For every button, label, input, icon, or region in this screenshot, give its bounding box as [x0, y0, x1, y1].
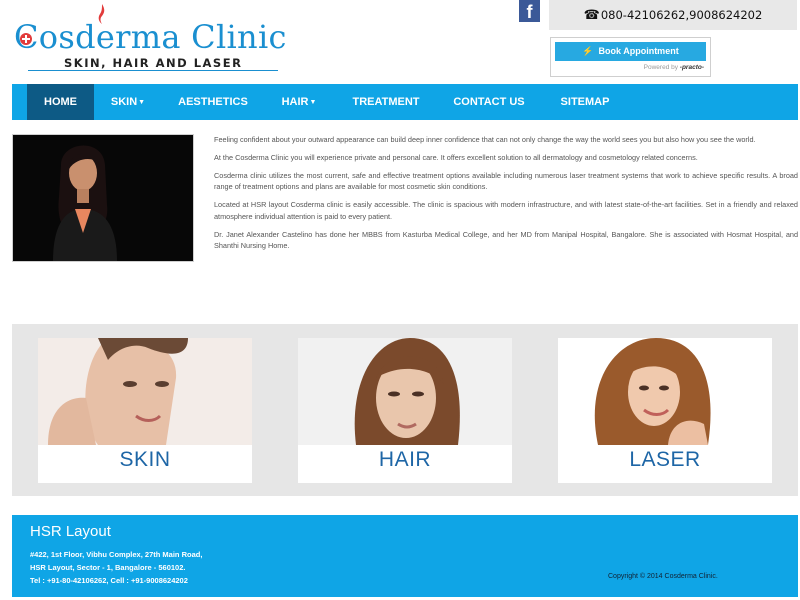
nav-label: SITEMAP: [560, 96, 610, 108]
intro-paragraph: Located at HSR layout Cosderma clinic is…: [214, 200, 798, 221]
nav-item-aesthetics[interactable]: AESTHETICS: [170, 84, 256, 120]
footer: HSR Layout #422, 1st Floor, Vibhu Comple…: [12, 515, 798, 597]
service-card-laser[interactable]: LASER: [558, 338, 772, 483]
nav-label: AESTHETICS: [178, 96, 248, 108]
service-card-skin[interactable]: SKIN: [38, 338, 252, 483]
nav-item-skin[interactable]: SKIN▼: [102, 84, 154, 120]
caret-down-icon: ▼: [309, 99, 317, 106]
logo-text: Cosderma Clinic: [14, 18, 287, 56]
phone-number-box: ☎080-42106262,9008624202: [549, 0, 797, 30]
address-line: #422, 1st Floor, Vibhu Complex, 27th Mai…: [30, 550, 203, 559]
facebook-label: f: [526, 2, 533, 22]
facebook-icon[interactable]: f: [519, 0, 540, 22]
caret-down-icon: ▼: [138, 99, 146, 106]
doctor-portrait-image: [13, 135, 193, 261]
intro-paragraph: Feeling confident about your outward app…: [214, 135, 756, 144]
book-appointment-label: Book Appointment: [598, 46, 679, 56]
service-label: SKIN: [119, 448, 171, 471]
service-card-hair[interactable]: HAIR: [298, 338, 512, 483]
practo-widget: ⚡ Book Appointment Powered by -practo-: [550, 37, 711, 77]
footer-address: #422, 1st Floor, Vibhu Complex, 27th Mai…: [30, 548, 202, 587]
book-appointment-button[interactable]: ⚡ Book Appointment: [555, 42, 706, 61]
powered-by-prefix: Powered by: [643, 64, 678, 71]
nav-label: CONTACT US: [453, 96, 525, 108]
footer-title: HSR Layout: [30, 523, 111, 540]
copyright-text: Copyright © 2014 Cosderma Clinic.: [608, 573, 718, 580]
nav-item-contact-us[interactable]: CONTACT US: [446, 84, 532, 120]
logo-divider: [28, 70, 278, 71]
lightning-icon: ⚡: [582, 46, 594, 56]
doctor-photo: [12, 134, 194, 262]
services-section: SKIN HAIR LASER: [12, 324, 798, 496]
address-line: HSR Layout, Sector - 1, Bangalore - 5601…: [30, 563, 186, 572]
nav-item-sitemap[interactable]: SITEMAP: [552, 84, 618, 120]
nav-label: HOME: [44, 96, 77, 108]
phone-icon: ☎: [583, 8, 600, 23]
nav-label: HAIR: [281, 96, 309, 108]
nav-item-hair[interactable]: HAIR▼: [274, 84, 324, 120]
logo-tagline: SKIN, HAIR AND LASER: [64, 56, 243, 70]
intro-text: Feeling confident about your outward app…: [214, 134, 798, 258]
intro-paragraph: Dr. Janet Alexander Castelino has done h…: [214, 229, 798, 251]
nav-item-home[interactable]: HOME: [27, 84, 94, 120]
skin-image: [38, 338, 252, 445]
main-navbar: HOME SKIN▼ AESTHETICS HAIR▼ TREATMENT CO…: [12, 84, 798, 120]
address-line: Tel : +91-80-42106262, Cell : +91-900862…: [30, 576, 188, 585]
nav-item-treatment[interactable]: TREATMENT: [344, 84, 428, 120]
hair-image: [298, 338, 512, 445]
nav-label: TREATMENT: [352, 96, 420, 108]
service-label: HAIR: [378, 448, 432, 471]
nav-label: SKIN: [110, 96, 138, 108]
cross-icon: [20, 33, 32, 45]
phone-number: 080-42106262,9008624202: [600, 8, 763, 22]
service-label: LASER: [629, 448, 701, 471]
site-logo[interactable]: Cosderma Clinic SKIN, HAIR AND LASER: [14, 4, 286, 72]
intro-paragraph: Cosderma clinic utilizes the most curren…: [214, 170, 798, 192]
intro-paragraph: At the Cosderma Clinic you will experien…: [214, 152, 698, 162]
practo-brand[interactable]: -practo-: [680, 64, 704, 71]
laser-image: [558, 338, 772, 445]
powered-by: Powered by -practo-: [644, 64, 704, 71]
